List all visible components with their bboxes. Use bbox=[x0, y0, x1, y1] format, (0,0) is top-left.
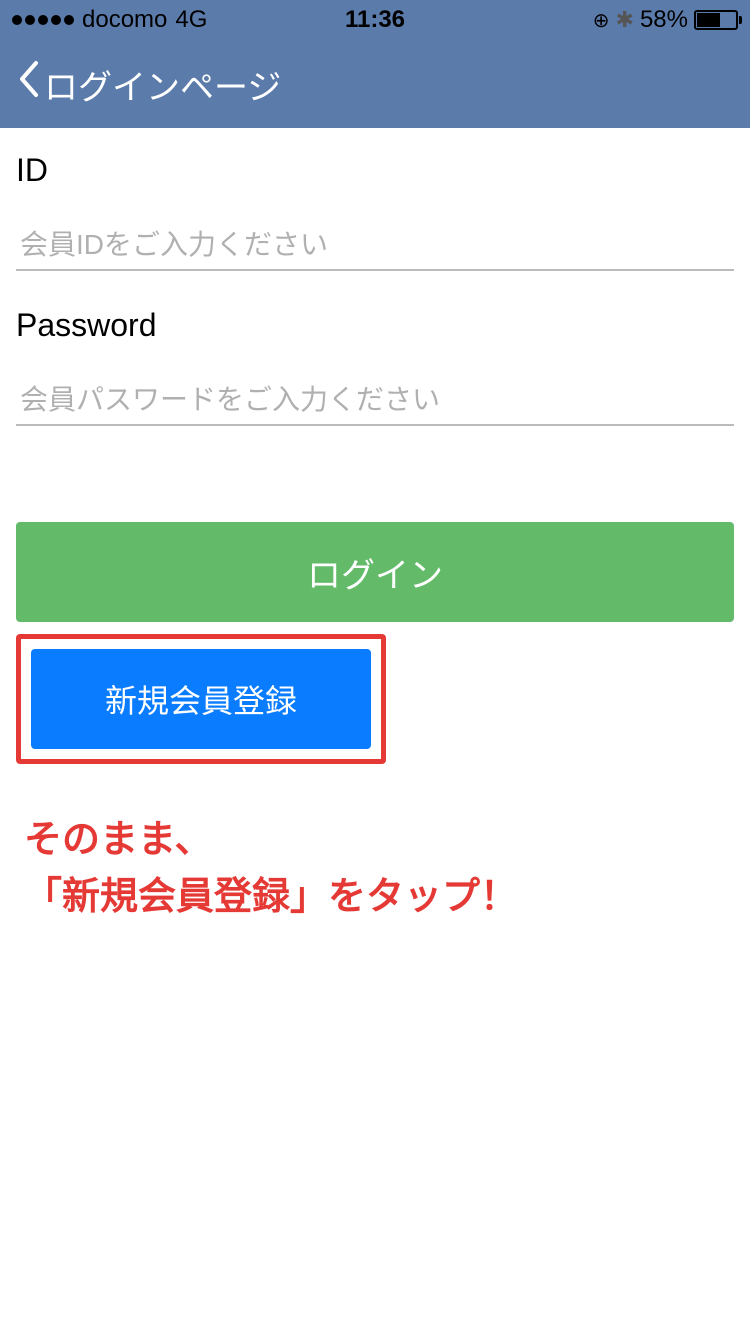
back-chevron-icon[interactable] bbox=[16, 59, 40, 110]
id-label: ID bbox=[16, 152, 734, 189]
id-input[interactable] bbox=[16, 221, 734, 271]
carrier-label: docomo bbox=[82, 6, 167, 34]
register-button[interactable]: 新規会員登録 bbox=[31, 649, 371, 749]
status-bar: docomo 4G 11:36 ⊕ ✱ 58% bbox=[0, 0, 750, 40]
status-right: ⊕ ✱ 58% bbox=[593, 6, 738, 34]
id-field-group: ID bbox=[16, 152, 734, 271]
bluetooth-icon: ✱ bbox=[616, 7, 634, 33]
nav-bar: ログインページ bbox=[0, 40, 750, 128]
status-left: docomo 4G bbox=[12, 6, 207, 34]
annotation-line-2: 「新規会員登録」をタップ！ bbox=[24, 869, 734, 926]
highlight-annotation-box: 新規会員登録 bbox=[16, 634, 386, 764]
content-area: ID Password ログイン 新規会員登録 そのまま、 「新規会員登録」をタ… bbox=[0, 128, 750, 950]
page-title: ログインページ bbox=[44, 60, 281, 109]
battery-icon bbox=[694, 10, 738, 30]
login-button[interactable]: ログイン bbox=[16, 522, 734, 622]
instruction-annotation: そのまま、 「新規会員登録」をタップ！ bbox=[16, 812, 734, 926]
annotation-line-1: そのまま、 bbox=[24, 812, 734, 869]
signal-strength-icon bbox=[12, 15, 74, 25]
orientation-lock-icon: ⊕ bbox=[593, 8, 610, 33]
password-field-group: Password bbox=[16, 307, 734, 426]
status-time: 11:36 bbox=[345, 6, 405, 34]
password-label: Password bbox=[16, 307, 734, 344]
password-input[interactable] bbox=[16, 376, 734, 426]
network-label: 4G bbox=[175, 6, 207, 34]
battery-percent: 58% bbox=[640, 6, 688, 34]
